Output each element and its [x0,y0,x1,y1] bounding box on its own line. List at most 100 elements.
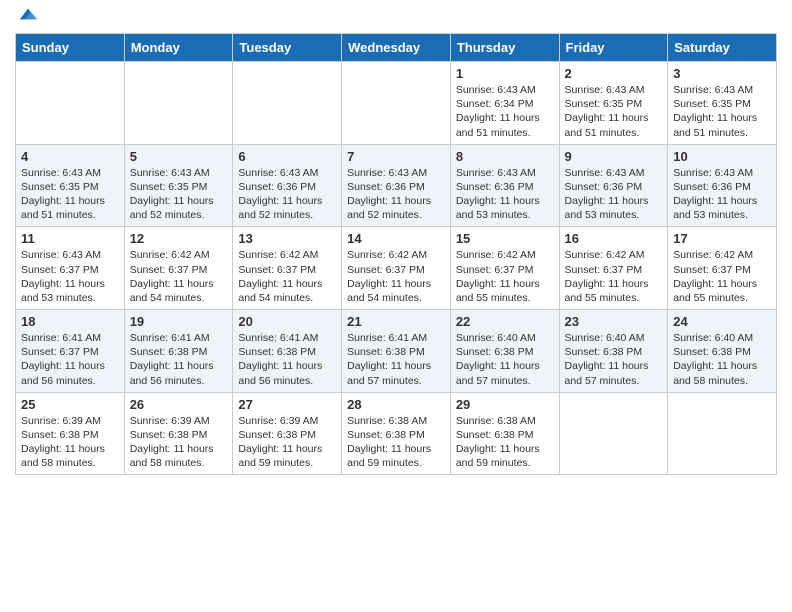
day-number: 28 [347,397,445,412]
calendar-cell: 5 Sunrise: 6:43 AMSunset: 6:35 PMDaylight… [124,144,233,227]
calendar-cell: 25 Sunrise: 6:39 AMSunset: 6:38 PMDayligh… [16,392,125,475]
calendar-cell: 10 Sunrise: 6:43 AMSunset: 6:36 PMDayligh… [668,144,777,227]
day-info: Sunrise: 6:38 AMSunset: 6:38 PMDaylight:… [456,414,554,471]
calendar-cell [16,62,125,145]
week-row-3: 18 Sunrise: 6:41 AMSunset: 6:37 PMDayligh… [16,310,777,393]
day-info: Sunrise: 6:43 AMSunset: 6:36 PMDaylight:… [565,166,663,223]
day-number: 25 [21,397,119,412]
calendar-cell: 3Sunrise: 6:43 AMSunset: 6:35 PMDaylight… [668,62,777,145]
day-info: Sunrise: 6:43 AMSunset: 6:36 PMDaylight:… [673,166,771,223]
calendar-cell: 14 Sunrise: 6:42 AMSunset: 6:37 PMDayligh… [342,227,451,310]
calendar-cell: 11 Sunrise: 6:43 AMSunset: 6:37 PMDayligh… [16,227,125,310]
calendar-table: SundayMondayTuesdayWednesdayThursdayFrid… [15,33,777,475]
calendar-cell [342,62,451,145]
day-number: 18 [21,314,119,329]
calendar-cell: 16Sunrise: 6:42 AMSunset: 6:37 PMDayligh… [559,227,668,310]
calendar-cell: 8 Sunrise: 6:43 AMSunset: 6:36 PMDaylight… [450,144,559,227]
day-info: Sunrise: 6:43 AMSunset: 6:35 PMDaylight:… [565,83,663,140]
day-number: 10 [673,149,771,164]
logo [15,15,39,25]
week-row-0: 1Sunrise: 6:43 AMSunset: 6:34 PMDaylight… [16,62,777,145]
col-header-saturday: Saturday [668,34,777,62]
day-number: 23 [565,314,663,329]
day-info: Sunrise: 6:41 AMSunset: 6:38 PMDaylight:… [130,331,228,388]
logo-text [15,15,39,25]
day-info: Sunrise: 6:38 AMSunset: 6:38 PMDaylight:… [347,414,445,471]
day-number: 17 [673,231,771,246]
calendar-cell [668,392,777,475]
day-info: Sunrise: 6:41 AMSunset: 6:38 PMDaylight:… [347,331,445,388]
day-number: 8 [456,149,554,164]
day-number: 1 [456,66,554,81]
calendar-cell: 12 Sunrise: 6:42 AMSunset: 6:37 PMDayligh… [124,227,233,310]
calendar-cell: 7 Sunrise: 6:43 AMSunset: 6:36 PMDaylight… [342,144,451,227]
day-info: Sunrise: 6:42 AMSunset: 6:37 PMDaylight:… [347,248,445,305]
day-number: 6 [238,149,336,164]
day-number: 27 [238,397,336,412]
calendar-cell: 1Sunrise: 6:43 AMSunset: 6:34 PMDaylight… [450,62,559,145]
calendar-cell: 19 Sunrise: 6:41 AMSunset: 6:38 PMDayligh… [124,310,233,393]
day-number: 22 [456,314,554,329]
day-info: Sunrise: 6:43 AMSunset: 6:37 PMDaylight:… [21,248,119,305]
day-number: 12 [130,231,228,246]
day-info: Sunrise: 6:42 AMSunset: 6:37 PMDaylight:… [673,248,771,305]
calendar-cell: 18 Sunrise: 6:41 AMSunset: 6:37 PMDayligh… [16,310,125,393]
day-info: Sunrise: 6:43 AMSunset: 6:36 PMDaylight:… [238,166,336,223]
calendar-page: SundayMondayTuesdayWednesdayThursdayFrid… [0,0,792,490]
day-info: Sunrise: 6:41 AMSunset: 6:38 PMDaylight:… [238,331,336,388]
day-number: 3 [673,66,771,81]
day-info: Sunrise: 6:41 AMSunset: 6:37 PMDaylight:… [21,331,119,388]
week-row-4: 25 Sunrise: 6:39 AMSunset: 6:38 PMDayligh… [16,392,777,475]
col-header-monday: Monday [124,34,233,62]
day-info: Sunrise: 6:43 AMSunset: 6:36 PMDaylight:… [456,166,554,223]
calendar-cell [559,392,668,475]
week-row-2: 11 Sunrise: 6:43 AMSunset: 6:37 PMDayligh… [16,227,777,310]
day-number: 26 [130,397,228,412]
day-info: Sunrise: 6:39 AMSunset: 6:38 PMDaylight:… [130,414,228,471]
col-header-thursday: Thursday [450,34,559,62]
day-number: 14 [347,231,445,246]
col-header-wednesday: Wednesday [342,34,451,62]
logo-icon [17,3,39,25]
calendar-cell: 13Sunrise: 6:42 AMSunset: 6:37 PMDayligh… [233,227,342,310]
calendar-cell: 29 Sunrise: 6:38 AMSunset: 6:38 PMDayligh… [450,392,559,475]
day-info: Sunrise: 6:40 AMSunset: 6:38 PMDaylight:… [565,331,663,388]
page-header [15,10,777,25]
calendar-cell: 2 Sunrise: 6:43 AMSunset: 6:35 PMDaylight… [559,62,668,145]
day-info: Sunrise: 6:39 AMSunset: 6:38 PMDaylight:… [238,414,336,471]
calendar-cell: 27 Sunrise: 6:39 AMSunset: 6:38 PMDayligh… [233,392,342,475]
day-number: 24 [673,314,771,329]
day-number: 9 [565,149,663,164]
day-info: Sunrise: 6:42 AMSunset: 6:37 PMDaylight:… [130,248,228,305]
calendar-cell [233,62,342,145]
calendar-cell: 28 Sunrise: 6:38 AMSunset: 6:38 PMDayligh… [342,392,451,475]
calendar-cell: 22 Sunrise: 6:40 AMSunset: 6:38 PMDayligh… [450,310,559,393]
day-number: 29 [456,397,554,412]
day-number: 16 [565,231,663,246]
day-number: 21 [347,314,445,329]
day-info: Sunrise: 6:42 AMSunset: 6:37 PMDaylight:… [456,248,554,305]
day-number: 19 [130,314,228,329]
calendar-cell: 9 Sunrise: 6:43 AMSunset: 6:36 PMDaylight… [559,144,668,227]
day-number: 13 [238,231,336,246]
col-header-sunday: Sunday [16,34,125,62]
calendar-cell: 4 Sunrise: 6:43 AMSunset: 6:35 PMDaylight… [16,144,125,227]
day-info: Sunrise: 6:40 AMSunset: 6:38 PMDaylight:… [456,331,554,388]
day-number: 7 [347,149,445,164]
day-number: 20 [238,314,336,329]
week-row-1: 4 Sunrise: 6:43 AMSunset: 6:35 PMDaylight… [16,144,777,227]
calendar-cell: 15Sunrise: 6:42 AMSunset: 6:37 PMDayligh… [450,227,559,310]
day-number: 11 [21,231,119,246]
day-info: Sunrise: 6:39 AMSunset: 6:38 PMDaylight:… [21,414,119,471]
day-info: Sunrise: 6:43 AMSunset: 6:35 PMDaylight:… [130,166,228,223]
day-info: Sunrise: 6:43 AMSunset: 6:36 PMDaylight:… [347,166,445,223]
day-info: Sunrise: 6:43 AMSunset: 6:35 PMDaylight:… [21,166,119,223]
calendar-cell: 24Sunrise: 6:40 AMSunset: 6:38 PMDayligh… [668,310,777,393]
calendar-cell: 21 Sunrise: 6:41 AMSunset: 6:38 PMDayligh… [342,310,451,393]
day-number: 5 [130,149,228,164]
day-number: 4 [21,149,119,164]
col-header-friday: Friday [559,34,668,62]
calendar-cell: 23 Sunrise: 6:40 AMSunset: 6:38 PMDayligh… [559,310,668,393]
calendar-cell: 17 Sunrise: 6:42 AMSunset: 6:37 PMDayligh… [668,227,777,310]
day-number: 2 [565,66,663,81]
